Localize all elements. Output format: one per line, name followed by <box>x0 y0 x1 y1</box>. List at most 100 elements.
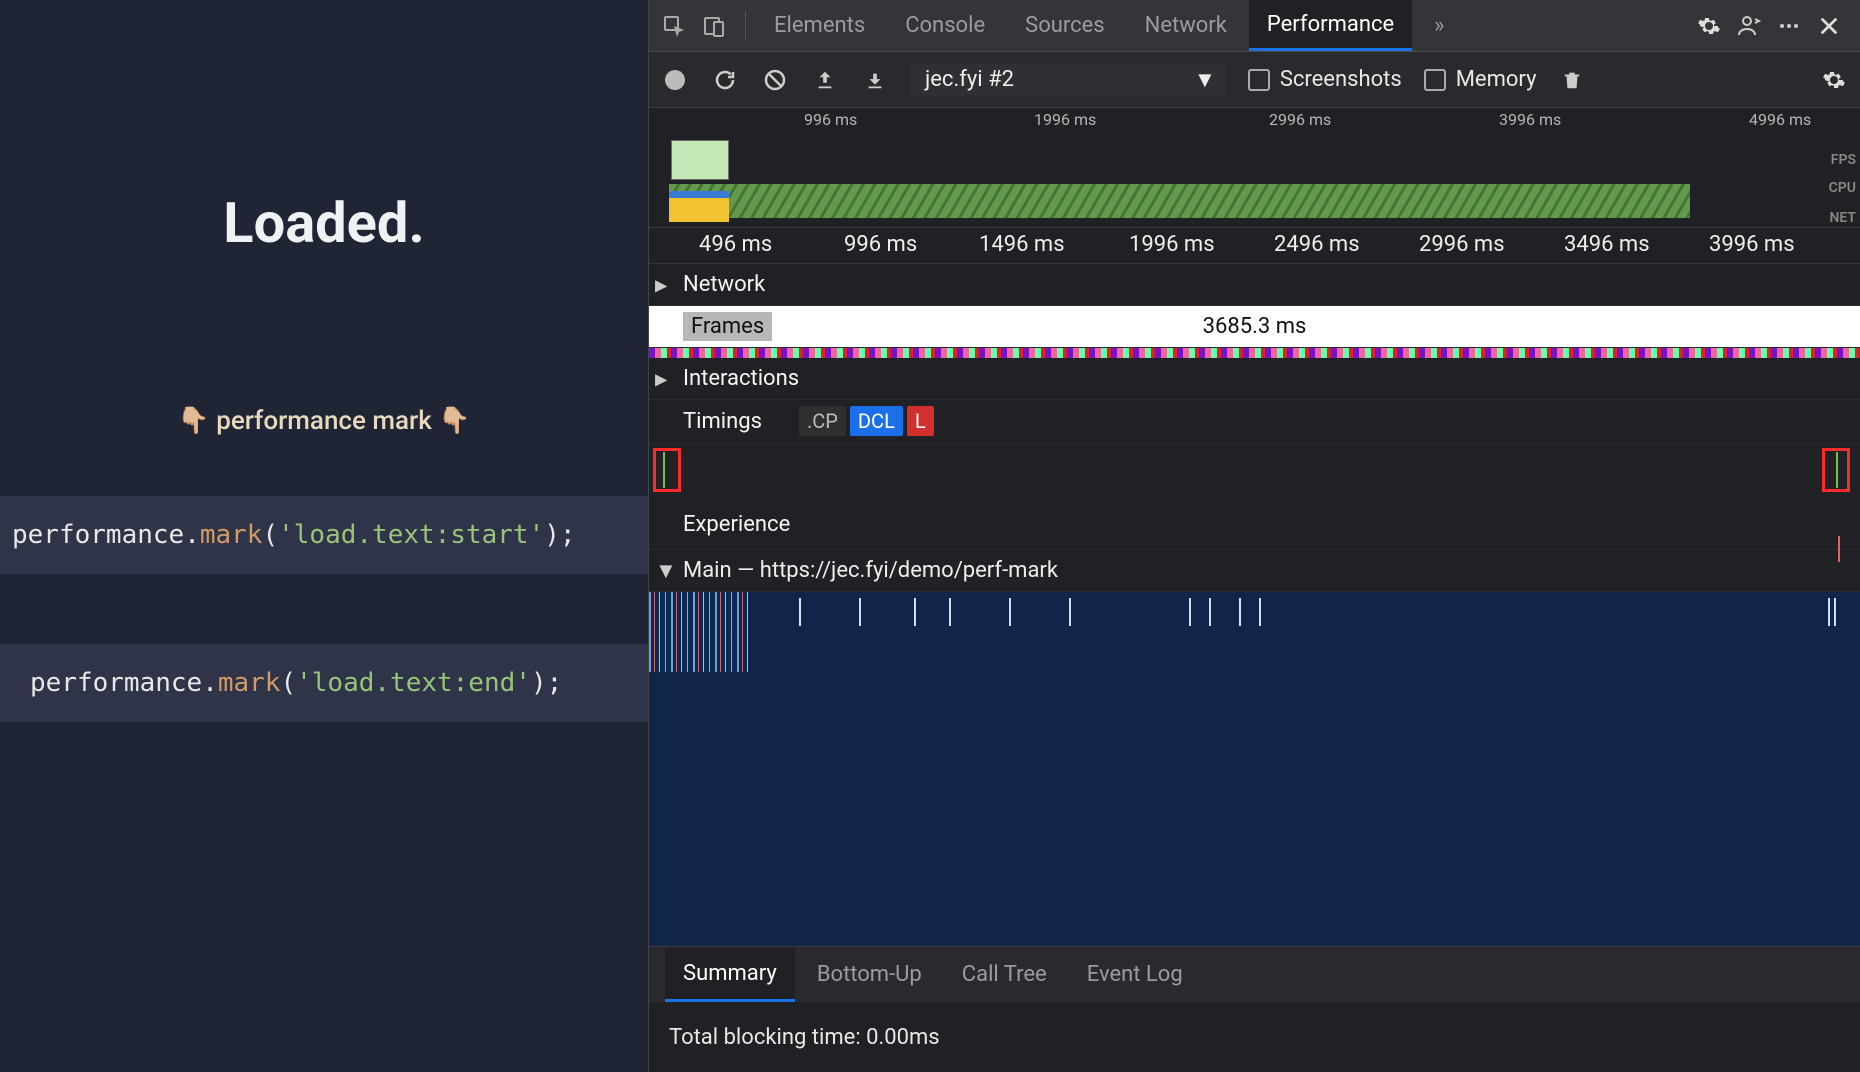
timeline-area: 496 ms 996 ms 1496 ms 1996 ms 2496 ms 29… <box>649 228 1860 946</box>
account-icon[interactable] <box>1734 11 1764 41</box>
badge-l[interactable]: L <box>907 406 934 436</box>
overview-fps-label: FPS <box>1831 152 1856 168</box>
overview-tick: 996 ms <box>804 110 857 129</box>
overview-cpu-label: CPU <box>1829 180 1856 196</box>
download-button[interactable] <box>861 66 889 94</box>
overview-tick: 2996 ms <box>1269 110 1331 129</box>
frames-track-label: Frames <box>683 312 772 341</box>
interactions-track-label: Interactions <box>683 366 799 391</box>
kebab-icon[interactable] <box>1774 11 1804 41</box>
overview-ruler: 996 ms 1996 ms 2996 ms 3996 ms 4996 ms <box>649 108 1860 132</box>
highlight-box-start <box>653 448 681 492</box>
interactions-track[interactable]: ▶ Interactions <box>649 358 1860 400</box>
detail-tab-call-tree[interactable]: Call Tree <box>944 947 1065 1002</box>
ruler-tick: 2996 ms <box>1419 232 1505 257</box>
frames-value: 3685.3 ms <box>1203 314 1307 339</box>
chevron-right-icon[interactable]: ▶ <box>655 275 667 294</box>
code-token-close: ); <box>544 520 575 550</box>
detail-tab-event-log[interactable]: Event Log <box>1069 947 1201 1002</box>
profile-select-label: jec.fyi #2 <box>925 67 1014 92</box>
summary-text: Total blocking time: 0.00ms <box>669 1025 940 1050</box>
overview-tick: 3996 ms <box>1499 110 1561 129</box>
inspect-icon[interactable] <box>659 11 689 41</box>
screenshots-checkbox[interactable]: Screenshots <box>1248 67 1402 92</box>
code-token-object: performance <box>30 668 202 698</box>
performance-toolbar: jec.fyi #2 ▼ Screenshots Memory <box>649 52 1860 108</box>
tab-sources[interactable]: Sources <box>1007 0 1123 51</box>
tab-console[interactable]: Console <box>887 0 1003 51</box>
trash-button[interactable] <box>1558 66 1586 94</box>
reload-button[interactable] <box>711 66 739 94</box>
ruler-tick: 3496 ms <box>1564 232 1650 257</box>
experience-track-label: Experience <box>683 512 790 537</box>
ruler-tick: 2496 ms <box>1274 232 1360 257</box>
settings-icon[interactable] <box>1694 11 1724 41</box>
close-icon[interactable] <box>1814 11 1844 41</box>
frames-color-strip <box>649 348 1860 358</box>
dropdown-caret-icon: ▼ <box>1194 67 1216 93</box>
main-track-header[interactable]: ▼ Main — https://jec.fyi/demo/perf-mark <box>649 550 1860 592</box>
ruler-tick: 1496 ms <box>979 232 1065 257</box>
device-toggle-icon[interactable] <box>699 11 729 41</box>
detail-tabs-bar: Summary Bottom-Up Call Tree Event Log <box>649 946 1860 1002</box>
tracks-container: ▶ Network Frames 3685.3 ms ▶ Interaction… <box>649 264 1860 946</box>
record-button[interactable] <box>661 66 689 94</box>
code-snippet-end: performance.mark('load.text:end'); <box>0 644 648 722</box>
memory-label: Memory <box>1456 67 1537 92</box>
code-token-open: ( <box>280 668 296 698</box>
ruler-tick: 496 ms <box>699 232 772 257</box>
code-token-dot: . <box>202 668 218 698</box>
overview-tick: 1996 ms <box>1034 110 1096 129</box>
tab-elements[interactable]: Elements <box>756 0 883 51</box>
timings-badges: .CP DCL L <box>799 406 934 436</box>
ruler-tick: 3996 ms <box>1709 232 1795 257</box>
overview-cpu-band <box>669 184 1690 218</box>
code-token-method: mark <box>200 520 263 550</box>
overview-strip[interactable]: 996 ms 1996 ms 2996 ms 3996 ms 4996 ms F… <box>649 108 1860 228</box>
webpage-pane: Loaded. 👇🏼 performance mark 👇🏼 performan… <box>0 0 648 1072</box>
timeline-ruler[interactable]: 496 ms 996 ms 1496 ms 1996 ms 2496 ms 29… <box>649 228 1860 264</box>
tab-network[interactable]: Network <box>1127 0 1245 51</box>
frames-track[interactable]: Frames 3685.3 ms <box>649 306 1860 348</box>
tab-performance[interactable]: Performance <box>1249 0 1412 51</box>
ruler-tick: 996 ms <box>844 232 917 257</box>
main-flame-chart[interactable] <box>649 592 1860 946</box>
devtools-tabs-bar: Elements Console Sources Network Perform… <box>649 0 1860 52</box>
screenshots-label: Screenshots <box>1280 67 1402 92</box>
perf-mark-end[interactable] <box>1836 452 1838 488</box>
memory-checkbox[interactable]: Memory <box>1424 67 1537 92</box>
network-track[interactable]: ▶ Network <box>649 264 1860 306</box>
code-token-close: ); <box>531 668 562 698</box>
profile-select[interactable]: jec.fyi #2 ▼ <box>911 63 1226 97</box>
tab-more[interactable]: » <box>1416 0 1462 51</box>
timings-track[interactable]: Timings .CP DCL L <box>649 400 1860 444</box>
capture-settings-icon[interactable] <box>1820 66 1848 94</box>
overview-thumbnail <box>671 140 729 180</box>
summary-panel: Total blocking time: 0.00ms <box>649 1002 1860 1072</box>
detail-tab-bottom-up[interactable]: Bottom-Up <box>799 947 940 1002</box>
page-heading: Loaded. <box>0 190 648 256</box>
devtools-pane: Elements Console Sources Network Perform… <box>648 0 1860 1072</box>
upload-button[interactable] <box>811 66 839 94</box>
overview-body: FPS CPU NET <box>649 132 1860 228</box>
separator <box>745 11 746 41</box>
code-token-dot: . <box>184 520 200 550</box>
badge-dcl[interactable]: DCL <box>850 406 903 436</box>
experience-track[interactable]: Experience <box>649 500 1860 550</box>
timings-marks-row <box>649 444 1860 500</box>
clear-button[interactable] <box>761 66 789 94</box>
code-snippet-start: performance.mark('load.text:start'); <box>0 496 648 574</box>
perf-mark-start[interactable] <box>663 452 665 488</box>
network-track-label: Network <box>683 272 765 297</box>
code-token-open: ( <box>262 520 278 550</box>
page-subtitle: 👇🏼 performance mark 👇🏼 <box>0 406 648 436</box>
chevron-down-icon[interactable]: ▼ <box>655 558 677 584</box>
overview-cpu-spike <box>669 178 729 222</box>
chevron-right-icon[interactable]: ▶ <box>655 369 667 388</box>
detail-tab-summary[interactable]: Summary <box>665 947 795 1002</box>
ruler-tick: 1996 ms <box>1129 232 1215 257</box>
code-token-string: 'load.text:end' <box>296 668 531 698</box>
overview-net-label: NET <box>1829 210 1856 226</box>
code-token-object: performance <box>12 520 184 550</box>
badge-cp[interactable]: .CP <box>799 406 846 436</box>
